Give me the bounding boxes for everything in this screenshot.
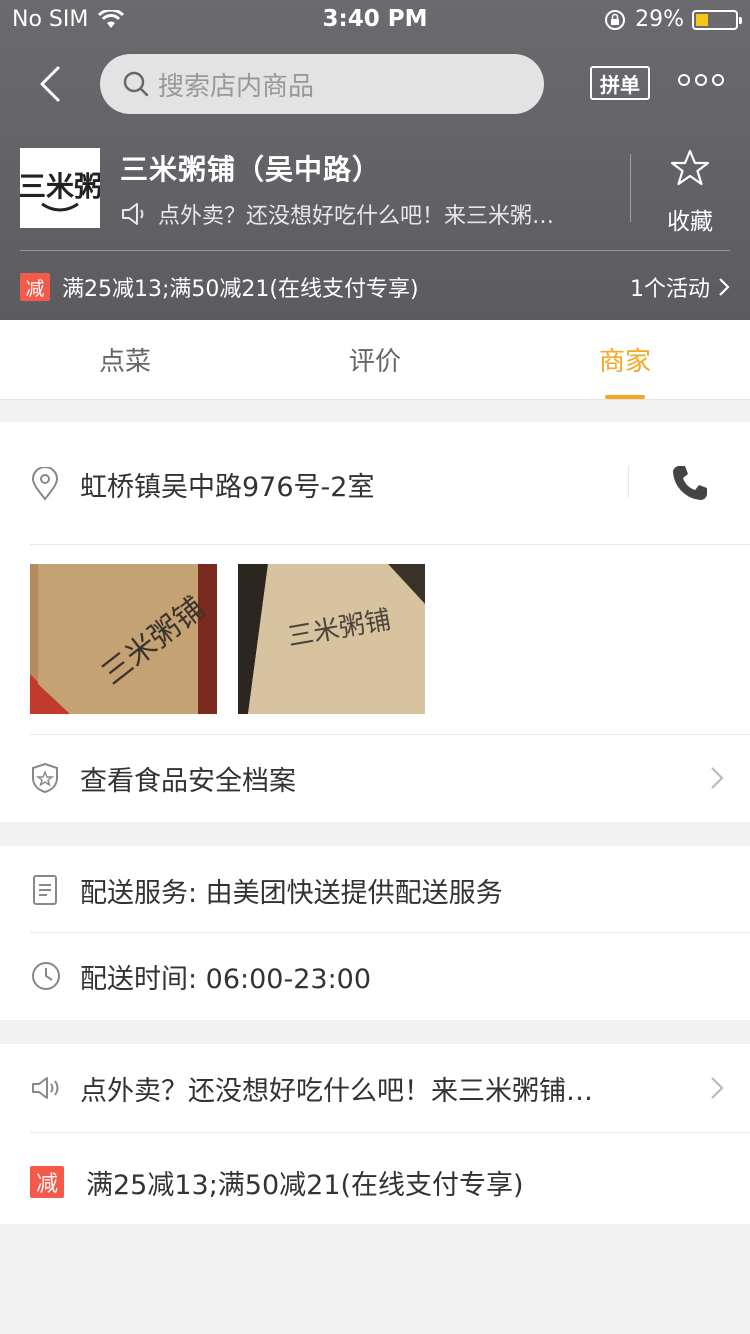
storefront-photo[interactable]: 三米粥铺 (30, 564, 217, 714)
shield-icon (32, 762, 58, 794)
discount-badge: 减 (20, 273, 50, 301)
group-order-button[interactable]: 拼单 (590, 66, 650, 100)
search-icon (123, 71, 149, 97)
tab-merchant[interactable]: 商家 (500, 320, 750, 399)
storefront-photo[interactable]: 三米粥铺 (238, 564, 425, 714)
announcement-row[interactable]: 点外卖？还没想好吃什么吧！来三米粥铺… (30, 1066, 750, 1110)
food-safety-text: 查看食品安全档案 (80, 765, 296, 797)
search-placeholder: 搜索店内商品 (158, 71, 315, 102)
clock-icon (32, 962, 60, 990)
chevron-right-icon (711, 767, 724, 789)
discount-badge: 减 (30, 1166, 64, 1198)
discount-text: 满25减13;满50减21(在线支付专享) (86, 1169, 524, 1201)
tab-label: 评价 (348, 347, 401, 377)
speaker-icon (122, 203, 144, 225)
phone-icon[interactable] (670, 463, 710, 503)
battery-icon (692, 9, 742, 30)
divider (30, 1132, 750, 1133)
delivery-time-text: 配送时间: 06:00-23:00 (80, 963, 372, 995)
store-name: 三米粥铺（吴中路） (120, 153, 382, 186)
store-notice-text: 点外卖？还没想好吃什么吧！来三米粥… (158, 204, 555, 229)
favorite-button[interactable]: 收藏 (660, 148, 720, 236)
address-text: 虹桥镇吴中路976号-2室 (80, 471, 375, 503)
back-arrow-icon[interactable] (30, 62, 70, 106)
store-header: No SIM 3:40 PM 29% 搜索店内商品 拼单 三米粥 三米粥铺（吴中… (0, 0, 750, 320)
divider (30, 932, 750, 933)
divider (628, 466, 629, 498)
favorite-label: 收藏 (667, 209, 713, 235)
more-options-icon[interactable] (678, 74, 724, 86)
tab-label: 点菜 (98, 347, 151, 377)
divider (20, 250, 730, 251)
document-icon (33, 875, 57, 905)
tab-bar: 点菜 评价 商家 (0, 320, 750, 400)
promo-text: 满25减13;满50减21(在线支付专享) (62, 277, 419, 302)
location-pin-icon (31, 467, 59, 501)
tab-label: 商家 (598, 347, 651, 377)
chevron-right-icon (711, 1077, 724, 1099)
promo-row[interactable]: 减 满25减13;满50减21(在线支付专享) 1个活动 (20, 272, 730, 302)
status-bar: No SIM 3:40 PM 29% (0, 0, 750, 40)
battery-percent: 29% (635, 7, 684, 32)
divider (630, 154, 631, 222)
divider (30, 544, 750, 545)
delivery-card: 配送服务: 由美团快送提供配送服务 配送时间: 06:00-23:00 (0, 846, 750, 1020)
store-logo: 三米粥铺 (20, 148, 100, 228)
delivery-service-text: 配送服务: 由美团快送提供配送服务 (80, 877, 503, 909)
tab-order[interactable]: 点菜 (0, 320, 250, 399)
discount-row: 减 满25减13;满50减21(在线支付专享) (30, 1160, 750, 1204)
food-safety-row[interactable]: 查看食品安全档案 (30, 756, 750, 800)
address-row[interactable]: 虹桥镇吴中路976号-2室 (30, 462, 750, 506)
speaker-icon (32, 1077, 59, 1099)
tab-reviews[interactable]: 评价 (250, 320, 500, 399)
rotation-lock-icon (605, 9, 626, 30)
divider (30, 734, 750, 735)
active-tab-indicator (605, 395, 645, 399)
announcement-card: 点外卖？还没想好吃什么吧！来三米粥铺… 减 满25减13;满50减21(在线支付… (0, 1044, 750, 1224)
merchant-info-card: 虹桥镇吴中路976号-2室 三米粥铺 三米粥铺 查看食品安全档案 (0, 422, 750, 822)
svg-text:三米粥铺: 三米粥铺 (20, 170, 100, 203)
chevron-right-icon (719, 278, 730, 296)
activity-count: 1个活动 (630, 277, 710, 302)
delivery-service-row: 配送服务: 由美团快送提供配送服务 (30, 868, 750, 912)
announcement-text: 点外卖？还没想好吃什么吧！来三米粥铺… (80, 1075, 593, 1107)
delivery-time-row: 配送时间: 06:00-23:00 (30, 954, 750, 998)
star-icon (670, 149, 710, 186)
store-notice[interactable]: 点外卖？还没想好吃什么吧！来三米粥… (120, 198, 610, 230)
search-input[interactable]: 搜索店内商品 (100, 54, 544, 114)
